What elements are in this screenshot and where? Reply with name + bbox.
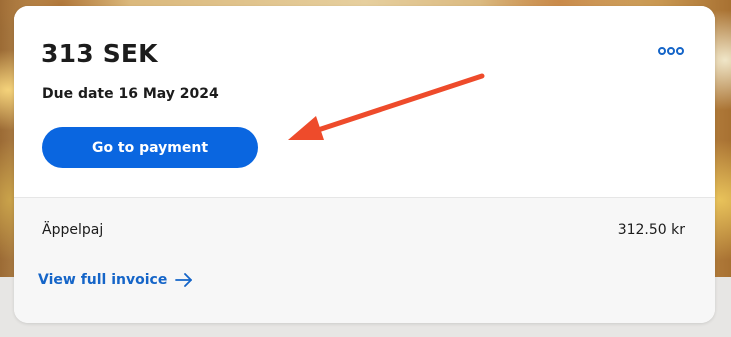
due-date: Due date 16 May 2024 [42, 86, 219, 102]
invoice-amount: 313 SEK [41, 39, 158, 68]
invoice-summary: 313 SEK Due date 16 May 2024 Go to payme… [14, 6, 715, 197]
annotation-arrow-icon [288, 73, 485, 140]
more-options-icon[interactable] [658, 42, 684, 55]
go-to-payment-button[interactable]: Go to payment [42, 127, 258, 168]
view-full-invoice-link[interactable]: View full invoice [38, 272, 193, 288]
arrow-right-icon [175, 273, 193, 287]
invoice-card: 313 SEK Due date 16 May 2024 Go to payme… [14, 6, 715, 323]
invoice-details [14, 197, 715, 323]
line-item-name: Äppelpaj [42, 222, 104, 238]
line-item-price: 312.50 kr [617, 222, 685, 238]
view-full-invoice-label: View full invoice [38, 272, 168, 288]
